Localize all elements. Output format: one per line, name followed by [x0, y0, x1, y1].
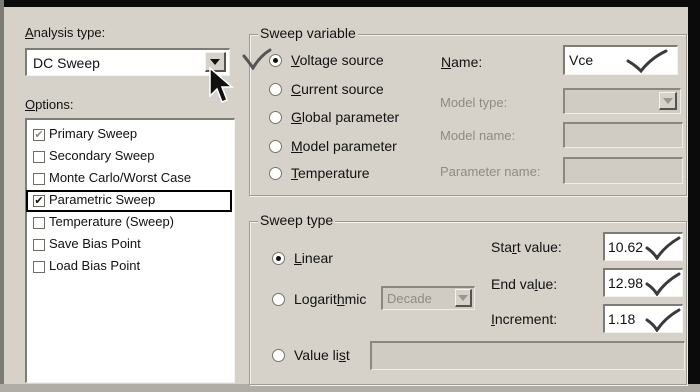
name-label: Name:: [441, 54, 483, 70]
logarithmic-scale-select[interactable]: Decade: [381, 286, 475, 310]
option-primary-sweep[interactable]: Primary Sweep: [49, 126, 137, 141]
sweep-variable-legend: Sweep variable: [258, 25, 358, 41]
bottom-border: [0, 384, 700, 392]
model-type-select[interactable]: [563, 88, 681, 114]
label-temperature[interactable]: Temperature: [291, 165, 370, 181]
radio-temperature[interactable]: [269, 167, 282, 180]
top-border: [0, 0, 700, 7]
checkmark-icon: [626, 49, 668, 73]
end-value: 12.98: [608, 275, 644, 291]
option-monte-carlo[interactable]: Monte Carlo/Worst Case: [49, 170, 191, 185]
label-model-parameter[interactable]: Model parameter: [291, 138, 397, 154]
chevron-down-icon: [210, 58, 220, 65]
checkbox-primary-sweep[interactable]: ✔: [33, 129, 45, 141]
label-global-parameter[interactable]: Global parameter: [291, 109, 399, 125]
start-value-label: Start value:: [491, 239, 562, 255]
checkbox-secondary-sweep[interactable]: [33, 151, 45, 163]
parameter-name-input[interactable]: [563, 157, 683, 184]
radio-global-parameter[interactable]: [269, 111, 282, 124]
name-value: Vce: [569, 52, 594, 68]
checkmark-icon: [645, 308, 681, 332]
value-list-input[interactable]: [370, 341, 685, 370]
right-border: [688, 0, 700, 392]
model-type-label: Model type:: [440, 95, 508, 110]
radio-current-source[interactable]: [269, 83, 282, 96]
radio-model-parameter[interactable]: [269, 140, 282, 153]
radio-logarithmic[interactable]: [272, 293, 285, 306]
left-border: [0, 0, 4, 392]
label-current-source[interactable]: Current source: [291, 81, 384, 97]
logarithmic-dropdown-button[interactable]: [455, 289, 472, 307]
analysis-type-select[interactable]: DC Sweep: [25, 48, 230, 76]
label-linear[interactable]: Linear: [294, 250, 333, 266]
mouse-cursor-icon: [209, 66, 235, 103]
checkmark-icon: [645, 272, 681, 296]
end-value-label: End value:: [491, 276, 558, 292]
model-type-dropdown-button[interactable]: [659, 92, 677, 110]
logarithmic-scale-value: Decade: [387, 291, 432, 306]
radio-value-list[interactable]: [272, 349, 285, 362]
checkbox-load-bias-point[interactable]: [33, 261, 45, 273]
option-save-bias-point[interactable]: Save Bias Point: [49, 236, 141, 251]
label-voltage-source[interactable]: Voltage source: [291, 52, 384, 68]
increment-value: 1.18: [608, 311, 636, 327]
increment-input[interactable]: 1.18: [603, 304, 683, 333]
checkbox-monte-carlo[interactable]: [33, 173, 45, 185]
checkmark-icon: [242, 48, 272, 70]
checkbox-temperature-sweep[interactable]: [33, 217, 45, 229]
option-parametric-sweep[interactable]: Parametric Sweep: [49, 192, 155, 207]
start-value: 10.62: [608, 239, 644, 255]
model-name-label: Model name:: [440, 128, 516, 143]
parameter-name-label: Parameter name:: [440, 164, 541, 179]
radio-linear[interactable]: [272, 252, 285, 265]
analysis-type-label: Analysis type:: [25, 25, 106, 40]
radio-voltage-source[interactable]: [269, 54, 282, 67]
label-logarithmic[interactable]: Logarithmic: [294, 291, 366, 307]
sweep-type-legend: Sweep type: [258, 212, 336, 228]
increment-label: Increment:: [491, 311, 558, 327]
dialog-window: Analysis type: DC Sweep Options: ✔ Prima…: [0, 0, 700, 392]
model-name-input[interactable]: [563, 122, 683, 148]
option-temperature-sweep[interactable]: Temperature (Sweep): [49, 214, 174, 229]
options-items: ✔ Primary Sweep Secondary Sweep Monte Ca…: [26, 120, 233, 381]
option-secondary-sweep[interactable]: Secondary Sweep: [49, 148, 155, 163]
option-load-bias-point[interactable]: Load Bias Point: [49, 258, 140, 273]
end-value-input[interactable]: 12.98: [603, 268, 683, 297]
checkmark-icon: [645, 236, 681, 260]
checkbox-parametric-sweep[interactable]: ✔: [33, 195, 45, 207]
analysis-type-value: DC Sweep: [33, 55, 100, 71]
label-value-list[interactable]: Value list: [294, 347, 350, 363]
checkbox-save-bias-point[interactable]: [33, 239, 45, 251]
options-label: Options:: [25, 97, 74, 112]
start-value-input[interactable]: 10.62: [603, 232, 683, 261]
chevron-down-icon: [662, 97, 673, 104]
name-input[interactable]: Vce: [563, 45, 678, 75]
options-list[interactable]: ✔ Primary Sweep Secondary Sweep Monte Ca…: [25, 118, 235, 383]
chevron-down-icon: [458, 294, 468, 301]
